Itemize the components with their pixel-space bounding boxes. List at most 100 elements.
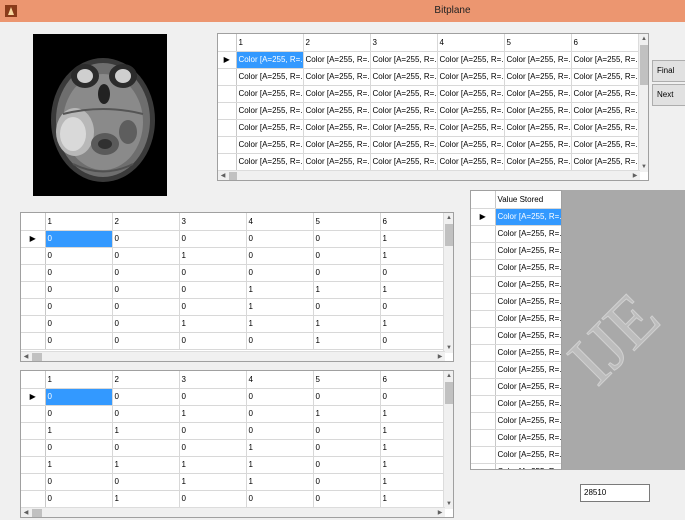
grid-cell[interactable]: Color [A=255, R=... xyxy=(437,136,505,154)
grid-cell[interactable]: 0 xyxy=(313,473,381,491)
grid-cell[interactable]: Color [A=255, R=... xyxy=(495,208,561,226)
grid-cell[interactable]: Color [A=255, R=... xyxy=(370,119,438,137)
table-row[interactable]: Color [A=255, R=... xyxy=(471,463,561,469)
grid-cell[interactable]: 0 xyxy=(112,439,180,457)
grid-cell[interactable]: Color [A=255, R=... xyxy=(303,102,371,120)
grid-cell[interactable]: Color [A=255, R=... xyxy=(495,293,561,311)
table-row[interactable]: 001111 xyxy=(21,315,446,333)
grid-cell[interactable]: 0 xyxy=(246,388,314,406)
table-row[interactable]: Color [A=255, R=... xyxy=(471,293,561,311)
grid-cell[interactable]: 0 xyxy=(112,388,180,406)
grid-cell[interactable]: 0 xyxy=(112,473,180,491)
grid-cell[interactable]: 0 xyxy=(313,264,381,282)
scroll-thumb[interactable] xyxy=(32,353,42,361)
grid-cell[interactable]: Color [A=255, R=... xyxy=(504,119,572,137)
grid-cell[interactable]: 0 xyxy=(246,264,314,282)
grid-cell[interactable]: 0 xyxy=(179,264,247,282)
row-header[interactable] xyxy=(471,412,496,430)
grid-cell[interactable]: 1 xyxy=(45,422,113,440)
grid-cell[interactable]: 1 xyxy=(380,230,446,248)
row-header[interactable] xyxy=(471,293,496,311)
grid-cell[interactable]: 0 xyxy=(45,388,113,406)
grid-cell[interactable]: 1 xyxy=(380,315,446,333)
grid-cell[interactable]: 1 xyxy=(246,439,314,457)
row-header[interactable] xyxy=(471,395,496,413)
grid-cell[interactable]: 0 xyxy=(313,456,381,474)
grid-cell[interactable]: 1 xyxy=(380,281,446,299)
row-header[interactable] xyxy=(21,247,46,265)
value-stored-header[interactable]: Value Stored xyxy=(495,191,561,209)
scroll-up-icon[interactable]: ▲ xyxy=(444,371,453,381)
grid-cell[interactable]: 0 xyxy=(45,439,113,457)
grid-cell[interactable]: Color [A=255, R=... xyxy=(495,361,561,379)
grid-cell[interactable]: Color [A=255, R=... xyxy=(495,412,561,430)
table-row[interactable]: Color [A=255, R=... Color [A=255, R=... Co… xyxy=(218,68,641,86)
grid-cell[interactable]: 0 xyxy=(380,264,446,282)
current-row-arrow-icon[interactable]: ▶ xyxy=(21,388,46,406)
grid-cell[interactable]: 0 xyxy=(313,247,381,265)
grid-cell[interactable]: 0 xyxy=(179,332,247,350)
column-header[interactable]: 1 xyxy=(45,371,113,389)
grid-cell[interactable]: 0 xyxy=(45,298,113,316)
grid-cell[interactable]: 0 xyxy=(45,405,113,423)
grid-cell[interactable]: Color [A=255, R=... xyxy=(495,344,561,362)
grid-cell[interactable]: Color [A=255, R=... xyxy=(303,136,371,154)
grid-cell[interactable]: 1 xyxy=(380,456,446,474)
grid-cell[interactable]: 0 xyxy=(45,281,113,299)
grid-cell[interactable]: 1 xyxy=(179,247,247,265)
table-row[interactable]: Color [A=255, R=... xyxy=(471,446,561,464)
grid-cell[interactable]: 0 xyxy=(246,422,314,440)
scroll-right-icon[interactable]: ▶ xyxy=(435,352,445,361)
grid-cell[interactable]: 1 xyxy=(179,473,247,491)
grid-cell[interactable]: 0 xyxy=(179,439,247,457)
bitplane-grid-2[interactable]: 123456 ▶ 0 0 0 0 0 0 0 0 1 0 1 1 1 1 0 0 0 1 0 0 0 1 0 1 1 1 1 1 0 1 0 0… xyxy=(20,370,454,518)
grid-cell[interactable]: 0 xyxy=(246,230,314,248)
column-header[interactable]: 6 xyxy=(380,371,446,389)
table-row[interactable]: 000000 xyxy=(21,264,446,282)
table-row[interactable]: Color [A=255, R=... Color [A=255, R=... Co… xyxy=(218,102,641,120)
grid-cell[interactable]: 0 xyxy=(45,490,113,508)
grid-cell[interactable]: Color [A=255, R=... xyxy=(370,153,438,171)
color-grid-vscroll[interactable]: ▲ ▼ xyxy=(638,34,648,172)
grid-cell[interactable]: 0 xyxy=(179,490,247,508)
grid-cell[interactable]: 1 xyxy=(179,456,247,474)
grid-cell[interactable]: Color [A=255, R=... xyxy=(495,242,561,260)
column-header[interactable]: 2 xyxy=(112,213,180,231)
table-row[interactable]: 000101 xyxy=(21,439,446,457)
row-header[interactable] xyxy=(471,225,496,243)
column-header[interactable]: 4 xyxy=(437,34,505,52)
grid-cell[interactable]: 1 xyxy=(112,490,180,508)
scroll-thumb[interactable] xyxy=(640,45,648,85)
grid-cell[interactable]: 0 xyxy=(380,332,446,350)
table-row[interactable]: Color [A=255, R=... xyxy=(471,344,561,362)
grid-cell[interactable]: Color [A=255, R=... xyxy=(437,102,505,120)
row-header[interactable] xyxy=(471,429,496,447)
grid-cell[interactable]: Color [A=255, R=... xyxy=(571,119,641,137)
next-button[interactable]: Next xyxy=(652,84,685,106)
grid-cell[interactable]: 1 xyxy=(380,473,446,491)
grid-cell[interactable]: 1 xyxy=(246,473,314,491)
grid-cell[interactable]: 0 xyxy=(112,230,180,248)
row-header[interactable] xyxy=(471,463,496,469)
table-row[interactable]: 000100 xyxy=(21,298,446,316)
column-header[interactable]: 4 xyxy=(246,213,314,231)
grid-cell[interactable]: Color [A=255, R=... xyxy=(504,68,572,86)
scroll-left-icon[interactable]: ◀ xyxy=(218,171,228,180)
row-header[interactable] xyxy=(218,102,237,120)
grid-cell[interactable]: Color [A=255, R=... xyxy=(495,276,561,294)
grid-cell[interactable]: Color [A=255, R=... xyxy=(571,136,641,154)
table-row[interactable]: 111101 xyxy=(21,456,446,474)
grid-cell[interactable]: 1 xyxy=(380,405,446,423)
scroll-down-icon[interactable]: ▼ xyxy=(639,162,648,172)
scroll-thumb[interactable] xyxy=(32,509,42,517)
table-row[interactable]: 001101 xyxy=(21,473,446,491)
row-header[interactable] xyxy=(21,490,46,508)
grid-cell[interactable]: Color [A=255, R=... xyxy=(495,378,561,396)
scroll-left-icon[interactable]: ◀ xyxy=(21,508,31,517)
row-header[interactable] xyxy=(21,315,46,333)
column-header[interactable]: 5 xyxy=(504,34,572,52)
scroll-thumb[interactable] xyxy=(445,224,453,246)
row-header[interactable] xyxy=(471,361,496,379)
grid-cell[interactable]: 1 xyxy=(246,298,314,316)
column-header[interactable]: 5 xyxy=(313,371,381,389)
